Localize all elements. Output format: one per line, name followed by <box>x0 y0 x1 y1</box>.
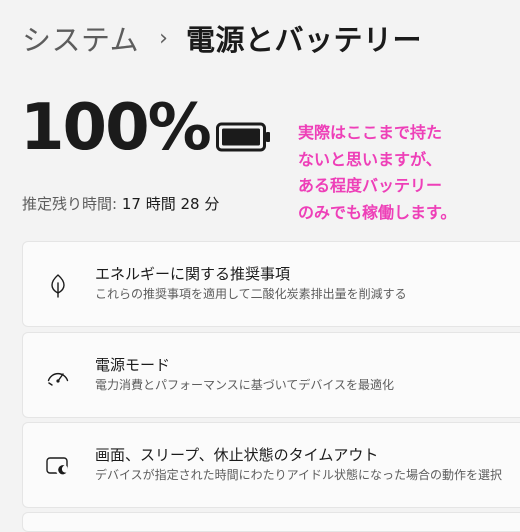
card-title: 電源モード <box>95 356 171 374</box>
speedometer-icon <box>47 372 69 386</box>
card-title: 画面、スリープ、休止状態のタイムアウト <box>95 446 379 464</box>
battery-percentage: 100% <box>20 91 212 165</box>
chevron-right-icon: › <box>159 25 168 51</box>
breadcrumb-parent-system[interactable]: システム <box>22 17 139 59</box>
power-mode-card[interactable]: 電源モード 電力消費とパフォーマンスに基づいてデバイスを最適化 <box>22 332 520 418</box>
next-settings-card[interactable] <box>22 512 520 532</box>
annotation-line: のみでも稼働します。 <box>298 202 457 222</box>
card-text: 電源モード 電力消費とパフォーマンスに基づいてデバイスを最適化 <box>95 355 394 395</box>
screen-sleep-timeout-card[interactable]: 画面、スリープ、休止状態のタイムアウト デバイスが指定された時間にわたりアイドル… <box>22 422 520 508</box>
card-subtitle: 電力消費とパフォーマンスに基づいてデバイスを最適化 <box>95 378 395 392</box>
battery-full-icon <box>216 122 270 152</box>
remaining-time-label: 推定残り時間: <box>22 195 118 213</box>
card-text: エネルギーに関する推奨事項 これらの推奨事項を適用して二酸化炭素排出量を削減する <box>95 264 407 304</box>
screen-sleep-icon <box>46 457 68 476</box>
annotation-line: ないと思いますが、 <box>298 149 442 169</box>
leaf-icon <box>51 274 65 298</box>
card-subtitle: デバイスが指定された時間にわたりアイドル状態になった場合の動作を選択 <box>95 468 503 482</box>
annotation-line: 実際はここまで持た <box>298 123 443 142</box>
energy-recommendations-card[interactable]: エネルギーに関する推奨事項 これらの推奨事項を適用して二酸化炭素排出量を削減する <box>22 241 520 327</box>
breadcrumb: システム › 電源とバッテリー <box>22 16 422 60</box>
annotation-line: ある程度バッテリー <box>298 176 443 195</box>
card-text: 画面、スリープ、休止状態のタイムアウト デバイスが指定された時間にわたりアイドル… <box>95 445 502 485</box>
estimated-time-remaining: 推定残り時間: 17 時間 28 分 <box>22 193 219 214</box>
card-title: エネルギーに関する推奨事項 <box>95 265 291 283</box>
annotation-note: 実際はここまで持た ないと思いますが、 ある程度バッテリー のみでも稼働します。 <box>298 120 513 226</box>
page-title: 電源とバッテリー <box>185 23 422 57</box>
remaining-time-value: 17 時間 28 分 <box>121 195 220 213</box>
card-subtitle: これらの推奨事項を適用して二酸化炭素排出量を削減する <box>95 287 407 301</box>
